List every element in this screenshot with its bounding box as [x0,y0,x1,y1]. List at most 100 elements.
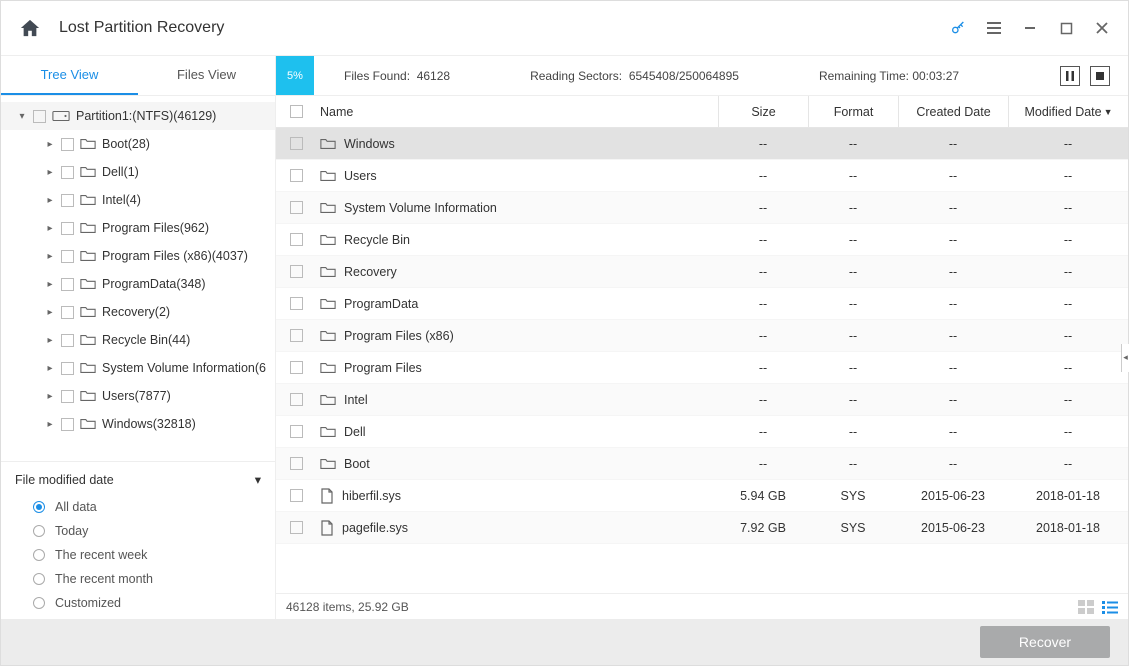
tree-item[interactable]: ▸Recovery(2) [1,298,275,326]
close-icon[interactable] [1094,20,1110,36]
col-name[interactable]: Name [316,105,718,119]
maximize-icon[interactable] [1058,20,1074,36]
checkbox[interactable] [33,110,46,123]
folder-icon [320,329,336,343]
tree-item-label: Users(7877) [102,389,171,403]
checkbox[interactable] [290,489,303,502]
checkbox[interactable] [290,169,303,182]
list-view-icon[interactable] [1102,600,1118,614]
chevron-right-icon[interactable]: ▸ [45,139,55,150]
checkbox[interactable] [61,222,74,235]
table-row[interactable]: Recovery-------- [276,256,1128,288]
checkbox[interactable] [61,362,74,375]
checkbox[interactable] [290,425,303,438]
filter-option[interactable]: Customized [15,591,261,615]
tree-item[interactable]: ▸Windows(32818) [1,410,275,438]
chevron-right-icon[interactable]: ▸ [45,223,55,234]
table-row[interactable]: Boot-------- [276,448,1128,480]
checkbox[interactable] [290,265,303,278]
table-row[interactable]: System Volume Information-------- [276,192,1128,224]
tree-root[interactable]: ▾ Partition1:(NTFS)(46129) [1,102,275,130]
chevron-right-icon[interactable]: ▸ [45,391,55,402]
row-modified: -- [1008,297,1128,311]
table-row[interactable]: Intel-------- [276,384,1128,416]
tree-item[interactable]: ▸Program Files (x86)(4037) [1,242,275,270]
chevron-right-icon[interactable]: ▸ [45,167,55,178]
checkbox[interactable] [290,233,303,246]
minimize-icon[interactable] [1022,20,1038,36]
chevron-right-icon[interactable]: ▸ [45,419,55,430]
checkbox[interactable] [61,306,74,319]
chevron-right-icon[interactable]: ▸ [45,335,55,346]
checkbox[interactable] [61,166,74,179]
chevron-right-icon[interactable]: ▸ [45,307,55,318]
checkbox-all[interactable] [290,105,303,118]
table-row[interactable]: pagefile.sys7.92 GBSYS2015-06-232018-01-… [276,512,1128,544]
collapse-handle[interactable]: ◂ [1121,344,1129,372]
tab-tree-view[interactable]: Tree View [1,56,138,95]
table-row[interactable]: hiberfil.sys5.94 GBSYS2015-06-232018-01-… [276,480,1128,512]
checkbox[interactable] [61,138,74,151]
checkbox[interactable] [290,393,303,406]
pause-button[interactable] [1060,66,1080,86]
filter-option[interactable]: The recent month [15,567,261,591]
row-format: SYS [808,521,898,535]
tree-item[interactable]: ▸Intel(4) [1,186,275,214]
key-icon[interactable] [950,20,966,36]
chevron-right-icon[interactable]: ▸ [45,195,55,206]
checkbox[interactable] [61,194,74,207]
tab-files-view[interactable]: Files View [138,56,275,95]
checkbox[interactable] [290,329,303,342]
tree-item[interactable]: ▸Boot(28) [1,130,275,158]
radio[interactable] [33,573,45,585]
folder-icon [320,425,336,439]
filter-option[interactable]: All data [15,495,261,519]
checkbox[interactable] [290,457,303,470]
menu-icon[interactable] [986,20,1002,36]
table-row[interactable]: Program Files (x86)-------- [276,320,1128,352]
chevron-right-icon[interactable]: ▸ [45,251,55,262]
checkbox[interactable] [61,334,74,347]
col-modified[interactable]: Modified Date▼ [1008,96,1128,127]
chevron-right-icon[interactable]: ▸ [45,363,55,374]
filter-option[interactable]: The recent week [15,543,261,567]
col-format[interactable]: Format [808,96,898,127]
checkbox[interactable] [61,390,74,403]
table-row[interactable]: Windows-------- [276,128,1128,160]
col-created[interactable]: Created Date [898,96,1008,127]
radio[interactable] [33,549,45,561]
row-created: -- [898,393,1008,407]
col-size[interactable]: Size [718,96,808,127]
recover-button[interactable]: Recover [980,626,1110,658]
stop-button[interactable] [1090,66,1110,86]
home-icon[interactable] [19,18,41,38]
tree-item[interactable]: ▸Recycle Bin(44) [1,326,275,354]
table-row[interactable]: Recycle Bin-------- [276,224,1128,256]
radio[interactable] [33,525,45,537]
chevron-right-icon[interactable]: ▸ [45,279,55,290]
radio[interactable] [33,597,45,609]
checkbox[interactable] [61,250,74,263]
tree-item[interactable]: ▸Program Files(962) [1,214,275,242]
checkbox[interactable] [290,521,303,534]
table-row[interactable]: ProgramData-------- [276,288,1128,320]
checkbox[interactable] [290,361,303,374]
tree-item[interactable]: ▸System Volume Information(6 [1,354,275,382]
filter-header[interactable]: File modified date ▾ [15,472,261,487]
table-row[interactable]: Program Files-------- [276,352,1128,384]
grid-view-icon[interactable] [1078,600,1094,614]
tree-item[interactable]: ▸ Users(7877) [1,382,275,410]
checkbox[interactable] [290,137,303,150]
radio[interactable] [33,501,45,513]
table-row[interactable]: Dell-------- [276,416,1128,448]
tree-item[interactable]: ▸Dell(1) [1,158,275,186]
checkbox[interactable] [290,297,303,310]
table-row[interactable]: Users-------- [276,160,1128,192]
folder-icon [320,361,336,375]
tree-item[interactable]: ▸ProgramData(348) [1,270,275,298]
checkbox[interactable] [61,418,74,431]
filter-option[interactable]: Today [15,519,261,543]
checkbox[interactable] [290,201,303,214]
checkbox[interactable] [61,278,74,291]
chevron-down-icon[interactable]: ▾ [17,111,27,122]
